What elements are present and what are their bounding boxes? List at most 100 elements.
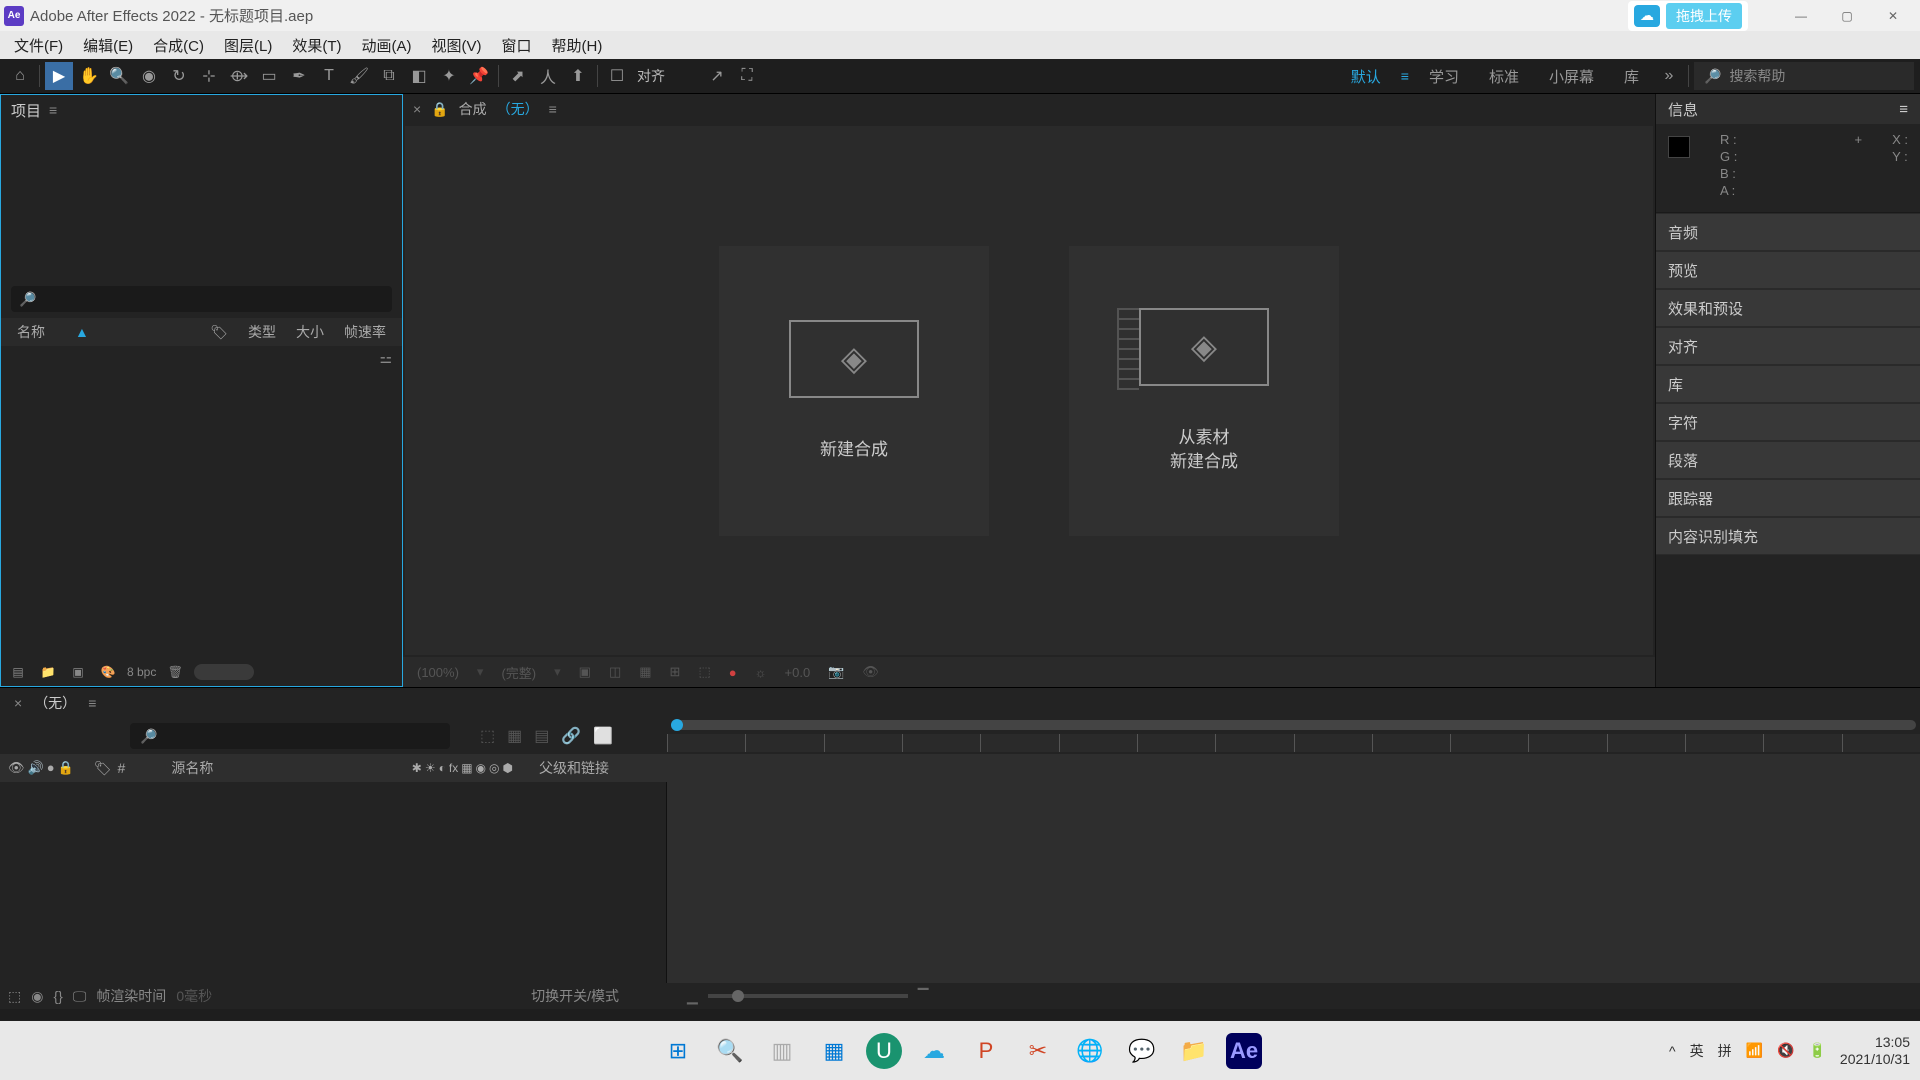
taskbar-snipping-icon[interactable]: ✂ xyxy=(1018,1031,1058,1071)
col-label-icon[interactable]: 🏷 xyxy=(94,760,112,777)
project-item-list[interactable]: ⚍ xyxy=(1,346,402,658)
panel-tracker[interactable]: 跟踪器 xyxy=(1656,479,1920,517)
taskbar-app-2[interactable]: ☁ xyxy=(914,1031,954,1071)
color-mgmt-icon[interactable]: ● xyxy=(729,665,737,680)
switch-fx-icon[interactable]: fx xyxy=(449,761,458,775)
col-solo-icon[interactable]: ● xyxy=(47,760,55,776)
workspace-standard[interactable]: 标准 xyxy=(1475,61,1533,92)
task-view-icon[interactable]: ▥ xyxy=(762,1031,802,1071)
workspace-library[interactable]: 库 xyxy=(1610,61,1653,92)
resolution-dropdown[interactable]: (完整) xyxy=(501,663,536,682)
new-comp-icon[interactable]: ▣ xyxy=(67,661,89,683)
pan-behind-tool[interactable]: ⟴ xyxy=(225,62,253,90)
playhead-handle[interactable] xyxy=(671,719,683,731)
col-type[interactable]: 类型 xyxy=(248,322,276,342)
panel-audio[interactable]: 音频 xyxy=(1656,213,1920,251)
tl-btn-4[interactable]: 🔗 xyxy=(561,726,581,746)
viewer-btn-4[interactable]: ⊞ xyxy=(670,664,681,680)
timeline-ruler[interactable] xyxy=(667,718,1920,754)
battery-icon[interactable]: 🔋 xyxy=(1808,1042,1825,1059)
rotate-tool[interactable]: ↻ xyxy=(165,62,193,90)
toggle-icon-2[interactable]: ⛶ xyxy=(733,62,761,90)
flowchart-icon[interactable]: ⚍ xyxy=(379,350,392,367)
delete-icon[interactable]: 🗑 xyxy=(164,661,186,683)
menu-animation[interactable]: 动画(A) xyxy=(351,32,421,59)
snapshot-icon[interactable]: 📷 xyxy=(828,664,844,680)
tray-chevron-icon[interactable]: ^ xyxy=(1669,1043,1676,1059)
wifi-icon[interactable]: 📶 xyxy=(1746,1042,1763,1059)
panel-preview[interactable]: 预览 xyxy=(1656,251,1920,289)
taskbar-explorer-icon[interactable]: 📁 xyxy=(1174,1031,1214,1071)
timeline-tab-close-icon[interactable]: × xyxy=(14,695,22,711)
zoom-tool[interactable]: 🔍 xyxy=(105,62,133,90)
new-folder-icon[interactable]: 📁 xyxy=(37,661,59,683)
view-axis-icon[interactable]: ⬆ xyxy=(564,62,592,90)
timeline-search[interactable]: 🔎 xyxy=(130,723,450,749)
switch-quality-icon[interactable]: ◐ xyxy=(439,761,446,775)
taskbar-wechat-icon[interactable]: 💬 xyxy=(1122,1031,1162,1071)
comp-tab-label[interactable]: 合成 xyxy=(459,99,487,119)
comp-panel-menu-icon[interactable]: ≡ xyxy=(549,101,557,117)
switch-shy-icon[interactable]: ✱ xyxy=(412,761,422,775)
maximize-button[interactable]: ▢ xyxy=(1824,0,1870,31)
col-name[interactable]: 名称 xyxy=(17,322,45,342)
toggle-brackets-icon[interactable]: {} xyxy=(53,988,62,1004)
render-time-icon[interactable]: 🖵 xyxy=(73,988,87,1005)
hand-tool[interactable]: ✋ xyxy=(75,62,103,90)
switch-frame-blend-icon[interactable]: ▦ xyxy=(461,761,472,775)
col-parent-link[interactable]: 父级和链接 xyxy=(539,758,659,778)
pen-tool[interactable]: ✒ xyxy=(285,62,313,90)
taskbar-search-icon[interactable]: 🔍 xyxy=(710,1031,750,1071)
bpc-label[interactable]: 8 bpc xyxy=(127,665,156,679)
project-search-pill[interactable] xyxy=(194,664,254,680)
volume-icon[interactable]: 🔇 xyxy=(1777,1042,1794,1059)
workspace-small[interactable]: 小屏幕 xyxy=(1535,61,1608,92)
ime-lang[interactable]: 英 xyxy=(1690,1041,1704,1061)
show-snapshot-icon[interactable]: 👁 xyxy=(862,664,879,680)
menu-edit[interactable]: 编辑(E) xyxy=(73,32,143,59)
timeline-panel-menu-icon[interactable]: ≡ xyxy=(88,695,96,711)
workspace-learn[interactable]: 学习 xyxy=(1415,61,1473,92)
shape-tool[interactable]: ▭ xyxy=(255,62,283,90)
tl-btn-2[interactable]: ▦ xyxy=(507,726,522,746)
menu-composition[interactable]: 合成(C) xyxy=(143,32,214,59)
toggle-switches-modes[interactable]: 切换开关/模式 xyxy=(531,986,619,1006)
switch-3d-icon[interactable]: ⬢ xyxy=(503,761,513,775)
menu-view[interactable]: 视图(V) xyxy=(421,32,491,59)
panel-effects-presets[interactable]: 效果和预设 xyxy=(1656,289,1920,327)
col-size[interactable]: 大小 xyxy=(296,322,324,342)
tl-btn-1[interactable]: ⬚ xyxy=(480,726,495,746)
info-panel-title[interactable]: 信息 xyxy=(1668,99,1698,120)
world-axis-icon[interactable]: 人 xyxy=(534,62,562,90)
clone-tool[interactable]: ⧉ xyxy=(375,62,403,90)
panel-library[interactable]: 库 xyxy=(1656,365,1920,403)
zoom-dropdown[interactable]: (100%) xyxy=(417,665,459,680)
switch-collapse-icon[interactable]: ☀ xyxy=(425,761,436,775)
col-index[interactable]: # xyxy=(118,760,126,776)
toggle-icon-1[interactable]: ↗ xyxy=(703,62,731,90)
viewer-btn-2[interactable]: ◫ xyxy=(609,664,621,680)
home-tool[interactable]: ⌂ xyxy=(6,62,34,90)
viewer-btn-5[interactable]: ⬚ xyxy=(698,664,710,680)
timeline-tab-none[interactable]: （无） xyxy=(34,693,76,713)
timeline-layer-list[interactable] xyxy=(0,782,667,983)
menu-effect[interactable]: 效果(T) xyxy=(282,32,351,59)
taskbar-ae-icon[interactable]: Ae xyxy=(1226,1033,1262,1069)
taskbar-edge-icon[interactable]: 🌐 xyxy=(1070,1031,1110,1071)
col-audio-icon[interactable]: 🔊 xyxy=(28,760,44,776)
panel-character[interactable]: 字符 xyxy=(1656,403,1920,441)
viewer-btn-3[interactable]: ▦ xyxy=(639,664,651,680)
col-lock-icon[interactable]: 🔒 xyxy=(58,760,74,776)
cloud-upload-widget[interactable]: ☁ 拖拽上传 xyxy=(1628,1,1748,31)
menu-layer[interactable]: 图层(L) xyxy=(214,32,282,59)
ime-mode[interactable]: 拼 xyxy=(1718,1041,1732,1061)
taskbar-app-1[interactable]: U xyxy=(866,1033,902,1069)
local-axis-icon[interactable]: ⬈ xyxy=(504,62,532,90)
widgets-icon[interactable]: ▦ xyxy=(814,1031,854,1071)
zoom-out-icon[interactable]: ▁ xyxy=(687,988,698,1005)
zoom-slider-handle[interactable] xyxy=(732,990,744,1002)
eraser-tool[interactable]: ◧ xyxy=(405,62,433,90)
panel-align[interactable]: 对齐 xyxy=(1656,327,1920,365)
panel-paragraph[interactable]: 段落 xyxy=(1656,441,1920,479)
start-button[interactable]: ⊞ xyxy=(658,1031,698,1071)
